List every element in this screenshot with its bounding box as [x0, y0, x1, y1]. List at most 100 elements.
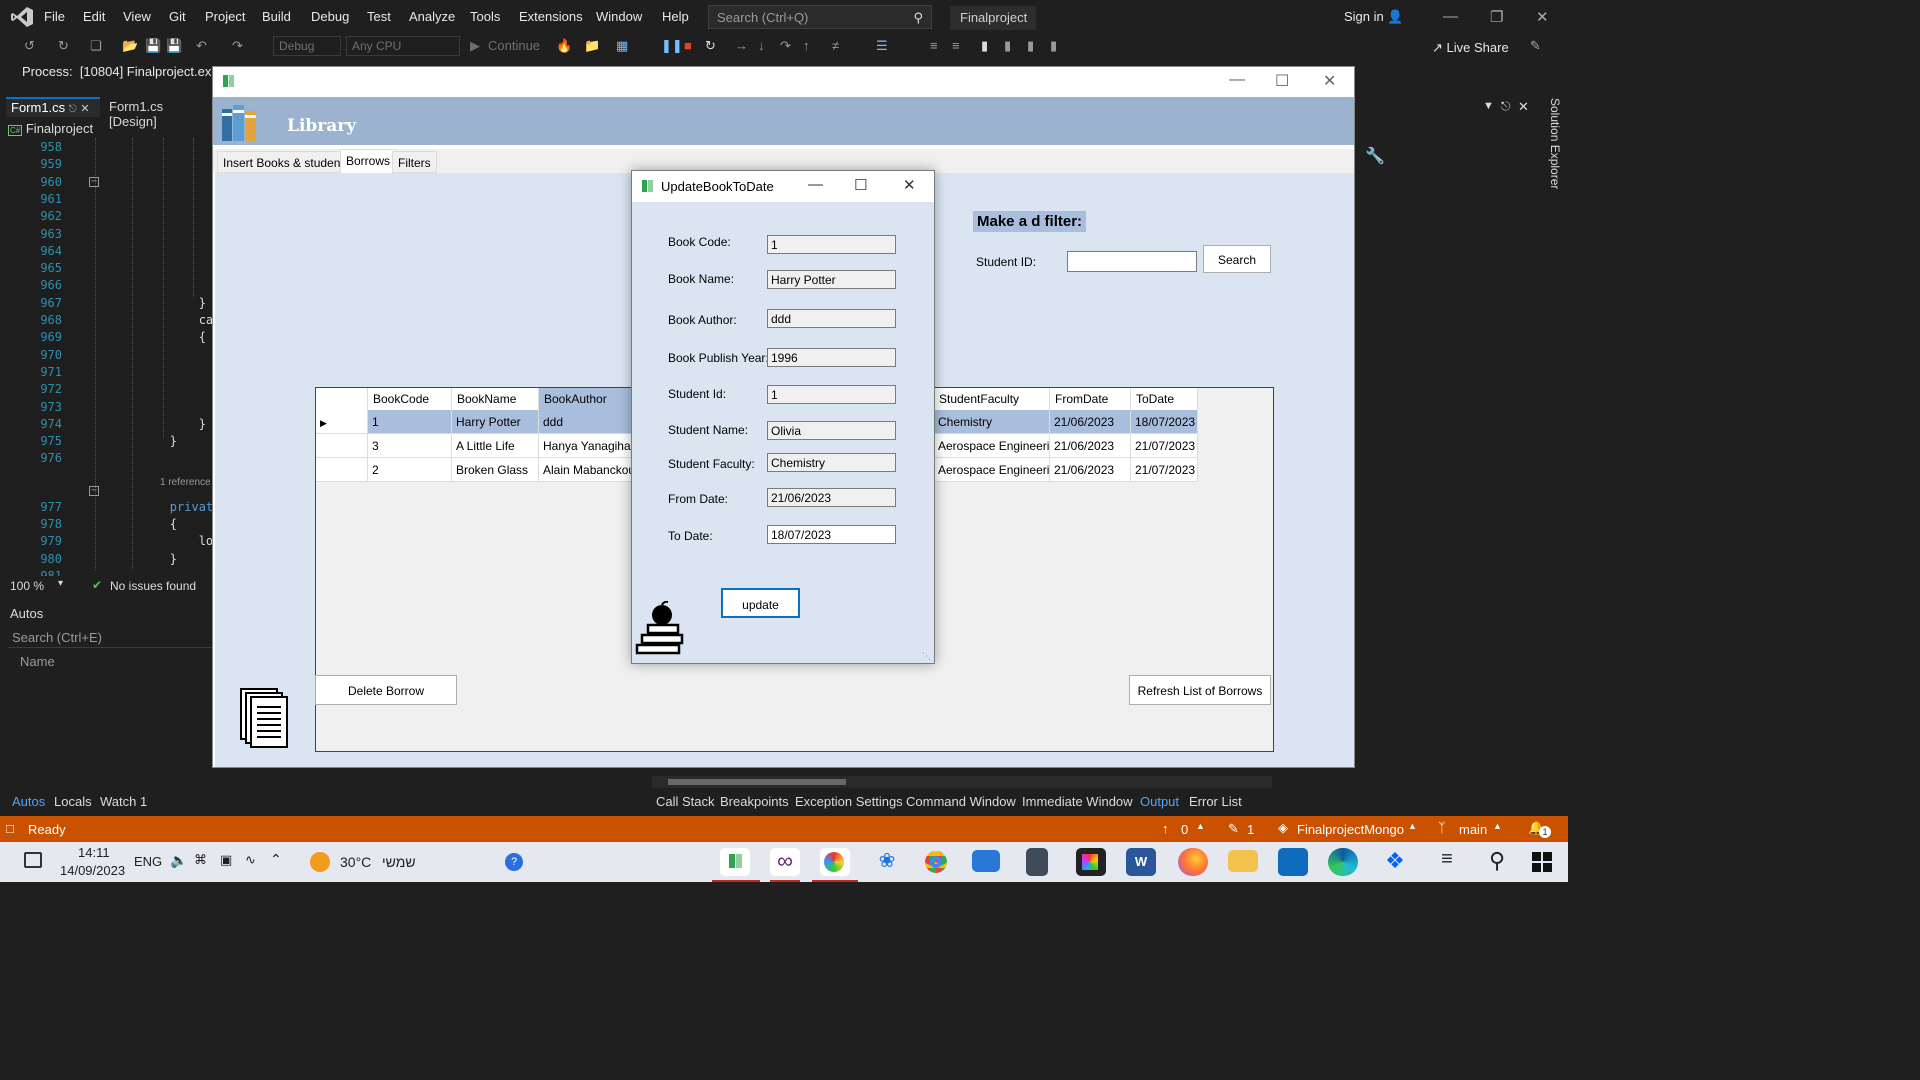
open-folder-icon[interactable]: 📂: [122, 38, 138, 54]
tab-error-list[interactable]: Error List: [1189, 794, 1242, 809]
column-header[interactable]: FromDate: [1050, 388, 1131, 410]
column-header[interactable]: BookName: [452, 388, 539, 410]
menu-debug[interactable]: Debug: [311, 9, 349, 24]
next-bookmark-icon[interactable]: ▮: [1027, 38, 1034, 54]
tab-breakpoints[interactable]: Breakpoints: [720, 794, 789, 809]
clock-date[interactable]: 14/09/2023: [60, 863, 125, 878]
wrench-icon[interactable]: 🔧: [1365, 146, 1385, 166]
forward-icon[interactable]: ↻: [58, 38, 69, 54]
save-all-icon[interactable]: 💾: [166, 38, 182, 54]
tab-output[interactable]: Output: [1140, 794, 1179, 809]
sign-in-link[interactable]: Sign in 👤: [1344, 9, 1404, 25]
tab-immediate-window[interactable]: Immediate Window: [1022, 794, 1133, 809]
table-cell[interactable]: Harry Potter: [452, 410, 539, 434]
search-icon[interactable]: ⚲: [1482, 848, 1512, 876]
prev-bookmark-icon[interactable]: ▮: [1004, 38, 1011, 54]
code-line[interactable]: }: [112, 434, 177, 448]
chat-icon[interactable]: [24, 852, 42, 868]
tab-exception-settings[interactable]: Exception Settings: [795, 794, 903, 809]
student-faculty-field[interactable]: [767, 453, 896, 472]
menu-git[interactable]: Git: [169, 9, 186, 24]
tab-borrows[interactable]: Borrows: [340, 149, 397, 173]
dropbox-icon[interactable]: ❖: [1380, 848, 1410, 876]
code-editor[interactable]: − − 958 959 960 961 962 963 964 965 966 967 } 968 …: [0, 138, 220, 583]
winforms-app-icon[interactable]: [720, 848, 750, 876]
table-cell[interactable]: 21/07/2023: [1131, 458, 1198, 482]
column-header[interactable]: BookCode: [368, 388, 452, 410]
feedback-icon[interactable]: ✎: [1530, 38, 1541, 54]
tab-insert-books[interactable]: Insert Books & students: [217, 151, 356, 173]
table-cell[interactable]: 3: [368, 434, 452, 458]
horizontal-scrollbar[interactable]: [652, 776, 1272, 788]
book-name-field[interactable]: [767, 270, 896, 289]
code-line[interactable]: }: [112, 552, 177, 566]
table-cell[interactable]: Chemistry: [934, 410, 1050, 434]
code-line[interactable]: {: [112, 517, 177, 531]
close-icon[interactable]: ✕: [1518, 99, 1529, 115]
word-icon[interactable]: W: [1126, 848, 1156, 876]
wifi-icon[interactable]: ∿: [245, 852, 256, 868]
pause-icon[interactable]: ❚❚: [661, 38, 683, 54]
sun-weather-icon[interactable]: [310, 852, 330, 872]
row-selector[interactable]: [316, 458, 368, 482]
vs-search-box[interactable]: Search (Ctrl+Q) ⚲: [708, 5, 932, 29]
language-indicator[interactable]: ENG: [134, 854, 162, 869]
table-cell[interactable]: 18/07/2023: [1131, 410, 1198, 434]
menu-window[interactable]: Window: [596, 9, 642, 24]
save-icon[interactable]: 💾: [145, 38, 161, 54]
search-button[interactable]: Search: [1203, 245, 1271, 273]
table-cell[interactable]: 21/07/2023: [1131, 434, 1198, 458]
tab-autos[interactable]: Autos: [12, 794, 45, 809]
table-cell[interactable]: 21/06/2023: [1050, 410, 1131, 434]
table-cell[interactable]: ddd: [539, 410, 636, 434]
navigation-bar[interactable]: C# Finalproject: [8, 121, 212, 139]
tab-call-stack[interactable]: Call Stack: [656, 794, 715, 809]
table-cell[interactable]: 2: [368, 458, 452, 482]
edge-icon[interactable]: [1328, 848, 1358, 876]
restore-icon[interactable]: ❐: [1490, 8, 1503, 26]
back-icon[interactable]: ↺: [24, 38, 35, 54]
minimize-icon[interactable]: —: [808, 176, 823, 193]
column-header[interactable]: StudentFaculty: [934, 388, 1050, 410]
menu-tools[interactable]: Tools: [470, 9, 500, 24]
weather-text[interactable]: שמשי: [382, 854, 416, 870]
mail-icon[interactable]: [972, 850, 1000, 872]
platform-dropdown[interactable]: Any CPU: [346, 36, 460, 56]
refresh-borrows-button[interactable]: Refresh List of Borrows: [1129, 675, 1271, 705]
chevron-up-icon[interactable]: ⌃: [270, 851, 282, 868]
column-header[interactable]: ToDate: [1131, 388, 1198, 410]
step-over-icon[interactable]: ↷: [780, 38, 791, 54]
code-line[interactable]: }: [112, 296, 206, 310]
menu-test[interactable]: Test: [367, 9, 391, 24]
menu-help[interactable]: Help: [662, 9, 689, 24]
step-into-icon[interactable]: ↓: [758, 38, 765, 53]
reference-codelens[interactable]: 1 reference: [160, 477, 211, 488]
chrome-icon[interactable]: [922, 848, 952, 876]
hot-reload-icon[interactable]: 🔥: [556, 38, 572, 54]
help-icon[interactable]: ?: [505, 853, 523, 871]
book-code-field[interactable]: [767, 235, 896, 254]
tab-form1-cs[interactable]: Form1.cs ⎋ ✕: [6, 97, 100, 117]
restart-icon[interactable]: ↻: [705, 38, 716, 54]
tab-locals[interactable]: Locals: [54, 794, 92, 809]
visual-studio-icon[interactable]: ∞: [770, 848, 800, 876]
file-explorer-icon[interactable]: [1228, 850, 1258, 872]
clear-bookmarks-icon[interactable]: ▮: [1050, 38, 1057, 54]
tab-watch1[interactable]: Watch 1: [100, 794, 147, 809]
zoom-level[interactable]: 100 %: [10, 579, 44, 593]
battery-icon[interactable]: ▣: [220, 852, 232, 868]
pin-icon[interactable]: ⎋: [69, 104, 77, 115]
tab-filters[interactable]: Filters: [392, 151, 437, 173]
feather-icon[interactable]: ❀: [872, 848, 902, 876]
update-button[interactable]: update: [721, 588, 800, 618]
close-icon[interactable]: ✕: [1536, 8, 1549, 26]
solution-explorer-tab[interactable]: Solution Explorer: [1538, 96, 1568, 216]
threads-icon[interactable]: ☰: [876, 38, 888, 54]
hex-icon[interactable]: ≠: [832, 38, 839, 53]
table-cell[interactable]: Alain Mabanckou: [539, 458, 636, 482]
live-share-button[interactable]: ↗ Live Share: [1432, 40, 1509, 56]
table-cell[interactable]: A Little Life: [452, 434, 539, 458]
close-tab-icon[interactable]: ✕: [80, 103, 89, 115]
menu-extensions[interactable]: Extensions: [519, 9, 583, 24]
menu-build[interactable]: Build: [262, 9, 291, 24]
